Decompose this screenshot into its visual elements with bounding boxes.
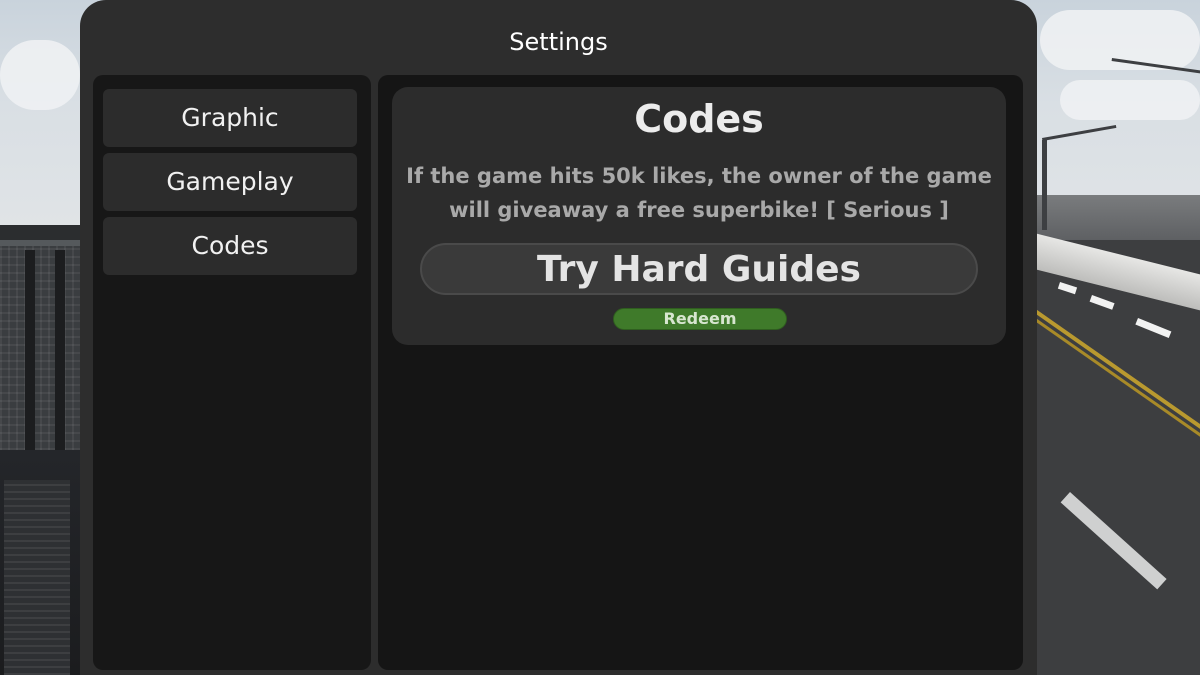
codes-description: If the game hits 50k likes, the owner of…	[392, 159, 1006, 227]
tab-graphic[interactable]: Graphic	[103, 89, 357, 147]
settings-window: Settings Graphic Gameplay Codes Codes If…	[80, 0, 1037, 675]
codes-description-line: will giveaway a free superbike! [ Seriou…	[449, 198, 949, 222]
tab-codes[interactable]: Codes	[103, 217, 357, 275]
metal-grate	[4, 480, 70, 675]
cloud	[0, 40, 80, 110]
redeem-button[interactable]: Redeem	[613, 308, 787, 330]
codes-description-line: If the game hits 50k likes, the owner of…	[406, 164, 992, 188]
settings-content-panel: Codes If the game hits 50k likes, the ow…	[378, 75, 1023, 670]
settings-sidebar: Graphic Gameplay Codes	[93, 75, 371, 670]
wall-strip	[25, 250, 35, 450]
code-input[interactable]	[420, 243, 978, 295]
window-title: Settings	[509, 28, 608, 56]
metal-wall	[0, 240, 82, 450]
tab-gameplay[interactable]: Gameplay	[103, 153, 357, 211]
road	[1030, 240, 1200, 675]
codes-card: Codes If the game hits 50k likes, the ow…	[392, 87, 1006, 345]
street-light-pole	[1042, 140, 1047, 230]
wall-strip	[55, 250, 65, 450]
codes-title: Codes	[634, 97, 764, 141]
cloud	[1060, 80, 1200, 120]
